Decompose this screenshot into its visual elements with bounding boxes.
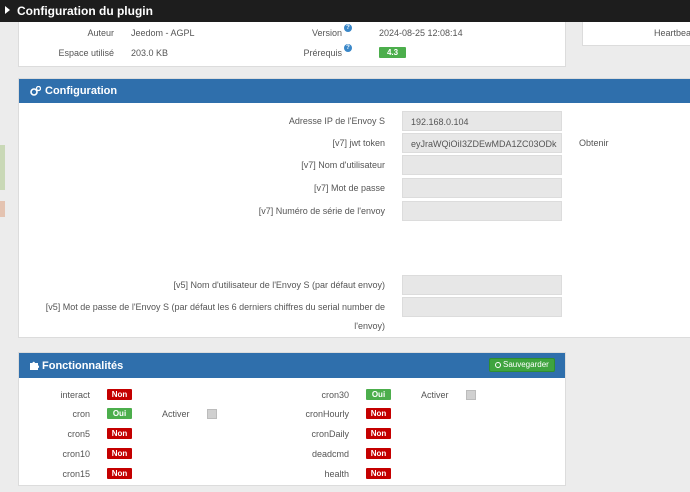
space-label: Espace utilisé bbox=[58, 48, 114, 58]
caret-right-icon[interactable] bbox=[5, 6, 10, 14]
obtain-link[interactable]: Obtenir bbox=[579, 138, 609, 148]
feature-name: cronHourly bbox=[305, 409, 349, 419]
v7-username-input[interactable] bbox=[402, 155, 562, 175]
feature-state-badge: Non bbox=[366, 408, 391, 419]
feature-name: cron bbox=[72, 409, 90, 419]
gears-icon bbox=[30, 86, 41, 96]
save-button-label: Sauvegarder bbox=[503, 360, 549, 369]
feature-state-badge: Oui bbox=[366, 389, 391, 400]
feature-name: health bbox=[324, 469, 349, 479]
feature-state-badge: Oui bbox=[107, 408, 132, 419]
author-value: Jeedom - AGPL bbox=[131, 28, 195, 38]
v5-password-input[interactable] bbox=[402, 297, 562, 317]
features-title: Fonctionnalités bbox=[42, 360, 124, 372]
ip-label: Adresse IP de l'Envoy S bbox=[288, 116, 385, 126]
v5-password-label-line1: [v5] Mot de passe de l'Envoy S (par défa… bbox=[45, 302, 385, 312]
author-label: Auteur bbox=[87, 28, 114, 38]
feature-state-badge: Non bbox=[366, 428, 391, 439]
heartbeat-label: Heartbeat bbox=[654, 28, 690, 38]
v5-username-label: [v5] Nom d'utilisateur de l'Envoy S (par… bbox=[173, 280, 385, 290]
v5-username-input[interactable] bbox=[402, 275, 562, 295]
ip-input[interactable]: 192.168.0.104 bbox=[402, 111, 562, 131]
features-header: Fonctionnalités Sauvegarder bbox=[19, 353, 565, 378]
v7-serial-input[interactable] bbox=[402, 201, 562, 221]
puzzle-icon bbox=[30, 361, 39, 370]
feature-state-badge: Non bbox=[366, 468, 391, 479]
prereq-label: Prérequis? bbox=[269, 44, 352, 58]
feature-state-badge: Non bbox=[366, 448, 391, 459]
feature-name: deadcmd bbox=[311, 449, 349, 459]
left-edge-strip bbox=[0, 145, 5, 190]
jwt-label: [v7] jwt token bbox=[332, 138, 385, 148]
feature-name: cronDaily bbox=[311, 429, 349, 439]
enable-label: Activer bbox=[162, 409, 190, 419]
feature-state-badge: Non bbox=[107, 448, 132, 459]
configuration-header: Configuration bbox=[19, 79, 690, 103]
plugin-info-panel: Auteur Jeedom - AGPL Espace utilisé 203.… bbox=[18, 22, 566, 67]
feature-name: interact bbox=[60, 390, 90, 400]
left-edge-strip-alert bbox=[0, 201, 5, 217]
prereq-badge: 4.3 bbox=[379, 47, 406, 58]
version-label: Version? bbox=[269, 24, 352, 38]
window-title: Configuration du plugin bbox=[17, 4, 153, 18]
feature-name: cron5 bbox=[67, 429, 90, 439]
help-icon[interactable]: ? bbox=[344, 24, 352, 32]
feature-name: cron15 bbox=[62, 469, 90, 479]
save-button[interactable]: Sauvegarder bbox=[489, 358, 555, 372]
feature-name: cron30 bbox=[321, 390, 349, 400]
v7-serial-label: [v7] Numéro de série de l'envoy bbox=[258, 206, 385, 216]
feature-state-badge: Non bbox=[107, 428, 132, 439]
space-value: 203.0 KB bbox=[131, 48, 169, 58]
jwt-token-input[interactable]: eyJraWQiOiI3ZDEwMDA1ZC03ODk bbox=[402, 133, 562, 153]
window-titlebar: Configuration du plugin bbox=[0, 0, 690, 22]
enable-label: Activer bbox=[421, 390, 449, 400]
configuration-title: Configuration bbox=[45, 85, 118, 97]
v7-password-input[interactable] bbox=[402, 178, 562, 198]
version-value: 2024-08-25 12:08:14 bbox=[379, 28, 463, 38]
check-circle-icon bbox=[495, 362, 501, 368]
v7-password-label: [v7] Mot de passe bbox=[313, 183, 385, 193]
feature-name: cron10 bbox=[62, 449, 90, 459]
cron30-enable-checkbox[interactable] bbox=[466, 390, 476, 400]
heartbeat-panel: Heartbeat bbox=[582, 22, 690, 46]
help-icon[interactable]: ? bbox=[344, 44, 352, 52]
configuration-panel: Configuration Adresse IP de l'Envoy S 19… bbox=[18, 78, 690, 338]
cron-enable-checkbox[interactable] bbox=[207, 409, 217, 419]
feature-state-badge: Non bbox=[107, 468, 132, 479]
feature-state-badge: Non bbox=[107, 389, 132, 400]
v5-password-label-line2: l'envoy) bbox=[354, 321, 385, 331]
features-panel: Fonctionnalités Sauvegarder interact Non… bbox=[18, 352, 566, 486]
v7-username-label: [v7] Nom d'utilisateur bbox=[301, 160, 385, 170]
